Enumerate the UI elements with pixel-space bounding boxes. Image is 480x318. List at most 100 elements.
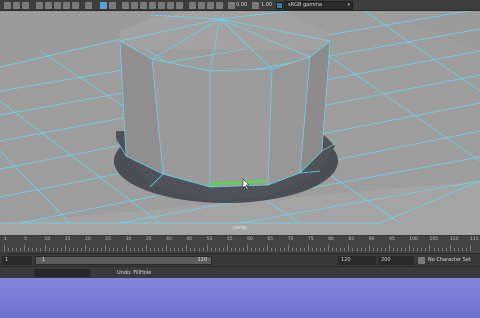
start-time-field[interactable]: 1 bbox=[2, 256, 32, 265]
character-set-icon[interactable] bbox=[418, 257, 425, 264]
timeline-minor-tick bbox=[425, 248, 427, 251]
timeline-minor-tick bbox=[64, 248, 66, 251]
timeline-minor-tick bbox=[384, 248, 386, 251]
exposure-icon[interactable] bbox=[228, 2, 235, 9]
character-set-select[interactable]: No Character Set bbox=[428, 256, 480, 265]
timeline-minor-tick bbox=[101, 248, 103, 251]
isolate-icon[interactable] bbox=[198, 2, 205, 9]
snap-grid-icon[interactable] bbox=[36, 2, 43, 9]
timeline-minor-tick bbox=[364, 248, 366, 251]
timeline-minor-tick bbox=[251, 248, 253, 251]
timeline-minor-tick bbox=[24, 248, 26, 251]
timeline-minor-tick bbox=[157, 248, 159, 251]
wireframe-icon[interactable] bbox=[140, 2, 147, 9]
snap-view-icon[interactable] bbox=[63, 2, 70, 9]
timeline-tick-label: 10 bbox=[44, 237, 51, 242]
timeline-minor-tick bbox=[85, 248, 87, 251]
select-tool-icon[interactable] bbox=[4, 2, 11, 9]
view-transform-select[interactable]: sRGB gamma ▾ bbox=[284, 1, 353, 10]
camera-icon[interactable] bbox=[100, 2, 107, 9]
timeline-minor-tick bbox=[182, 248, 184, 251]
timeline-minor-tick bbox=[206, 248, 208, 251]
timeline-minor-tick bbox=[283, 248, 285, 251]
timeline-minor-tick bbox=[465, 248, 467, 251]
timeline-minor-tick bbox=[307, 248, 309, 251]
timeline-minor-tick bbox=[291, 248, 293, 251]
timeline-minor-tick bbox=[445, 248, 447, 251]
timeline-minor-tick bbox=[210, 248, 212, 251]
timeline-minor-tick bbox=[388, 248, 390, 251]
command-line: Undo: FillHole bbox=[0, 266, 480, 278]
timeline-minor-tick bbox=[121, 248, 123, 251]
snap-curve-icon[interactable] bbox=[45, 2, 52, 9]
timeline-minor-tick bbox=[287, 248, 289, 251]
end-time-field[interactable]: 120 bbox=[338, 256, 376, 265]
timeline-minor-tick bbox=[48, 248, 50, 251]
timeline-minor-tick bbox=[97, 248, 99, 251]
smooth-shade-icon[interactable] bbox=[149, 2, 156, 9]
resolution-gate-icon[interactable] bbox=[207, 2, 214, 9]
timeline-tick-label: 60 bbox=[247, 237, 253, 242]
timeline-tick-label: 75 bbox=[307, 237, 314, 242]
timeline-minor-tick bbox=[417, 248, 419, 251]
timeline-minor-tick bbox=[12, 248, 14, 251]
paint-tool-icon[interactable] bbox=[22, 2, 29, 9]
anim-end-field[interactable]: 200 bbox=[378, 256, 414, 265]
timeline-minor-tick bbox=[352, 248, 354, 251]
timeline-tick-label: 90 bbox=[368, 237, 375, 242]
range-slider-end: 120 bbox=[197, 257, 207, 263]
timeline-minor-tick bbox=[202, 248, 204, 251]
timeline-minor-tick bbox=[328, 248, 330, 251]
textured-icon[interactable] bbox=[158, 2, 165, 9]
timeline-minor-tick bbox=[421, 248, 423, 251]
gamma-icon[interactable] bbox=[252, 2, 259, 9]
mel-command-input[interactable] bbox=[34, 269, 90, 277]
bookmark-icon[interactable] bbox=[109, 2, 116, 9]
3d-viewport[interactable]: persp bbox=[0, 11, 480, 235]
view-transform-label: sRGB gamma bbox=[288, 2, 323, 8]
timeline-minor-tick bbox=[186, 248, 188, 251]
timeline-minor-tick bbox=[376, 248, 378, 251]
timeline-tick-label: 55 bbox=[226, 237, 233, 242]
timeline-minor-tick bbox=[218, 248, 220, 251]
timeline-minor-tick bbox=[149, 248, 151, 251]
timeline-minor-tick bbox=[263, 248, 265, 251]
timeline-minor-tick bbox=[461, 248, 463, 251]
film-gate-icon[interactable] bbox=[216, 2, 223, 9]
cylinder-face-right bbox=[210, 69, 272, 187]
gamma-value[interactable]: 1.00 bbox=[261, 1, 272, 10]
exposure-value[interactable]: 0.00 bbox=[236, 1, 247, 10]
timeline-minor-tick bbox=[105, 248, 107, 251]
timeline-tick-label: 30 bbox=[125, 237, 132, 242]
snap-surface-icon[interactable] bbox=[72, 2, 79, 9]
timeline-minor-tick bbox=[226, 248, 228, 251]
timeline-minor-tick bbox=[259, 248, 261, 251]
timeline-minor-tick bbox=[348, 248, 350, 251]
snap-point-icon[interactable] bbox=[54, 2, 61, 9]
timeline-minor-tick bbox=[68, 248, 70, 251]
time-slider[interactable]: 1 5 10 15 20 25 30 35 40 45 50 55 60 65 70 75 80 85 90 95 10… bbox=[0, 235, 480, 253]
lasso-tool-icon[interactable] bbox=[13, 2, 20, 9]
shadows-icon[interactable] bbox=[176, 2, 183, 9]
timeline-minor-tick bbox=[324, 248, 326, 251]
lights-icon[interactable] bbox=[167, 2, 174, 9]
timeline-minor-tick bbox=[239, 248, 241, 251]
timeline-minor-tick bbox=[56, 248, 58, 251]
timeline-minor-tick bbox=[311, 248, 313, 251]
color-management-icon[interactable] bbox=[276, 2, 283, 9]
timeline-minor-tick bbox=[194, 248, 196, 251]
timeline-minor-tick bbox=[340, 248, 342, 251]
grid-icon[interactable] bbox=[122, 2, 129, 9]
timeline-minor-tick bbox=[372, 248, 374, 251]
timeline-minor-tick bbox=[247, 248, 249, 251]
command-feedback: Undo: FillHole bbox=[117, 270, 152, 276]
shading-icon[interactable] bbox=[131, 2, 138, 9]
render-icon[interactable] bbox=[85, 2, 92, 9]
timeline-tick-label: 110 bbox=[449, 237, 459, 242]
timeline-minor-tick bbox=[113, 248, 115, 251]
timeline-minor-tick bbox=[60, 248, 62, 251]
timeline-tick-label: 1 bbox=[4, 237, 7, 242]
playback-range-slider[interactable]: 1 120 bbox=[35, 256, 212, 265]
xray-icon[interactable] bbox=[189, 2, 196, 9]
desktop-background bbox=[0, 278, 480, 318]
